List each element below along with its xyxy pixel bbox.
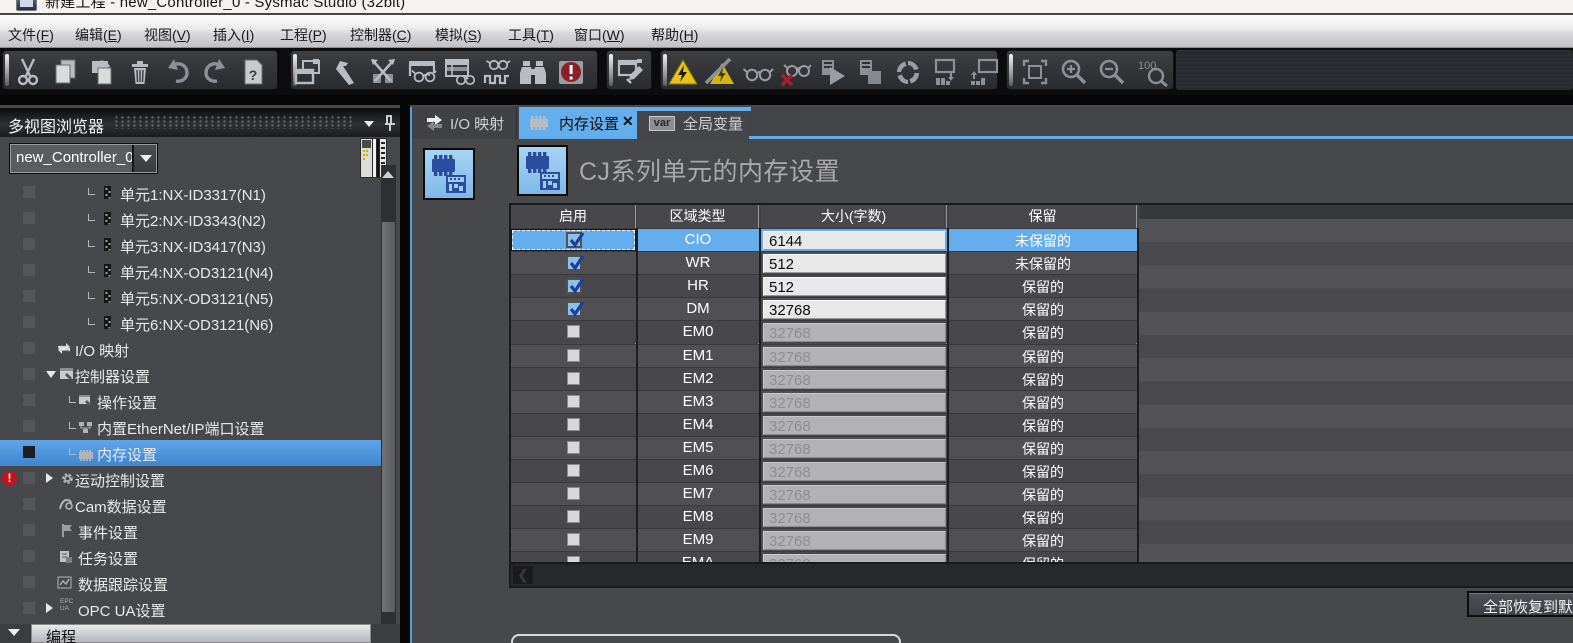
svg-text:EPC: EPC: [60, 598, 74, 605]
svg-text:UA: UA: [60, 605, 70, 611]
svg-text:?: ?: [249, 67, 258, 83]
